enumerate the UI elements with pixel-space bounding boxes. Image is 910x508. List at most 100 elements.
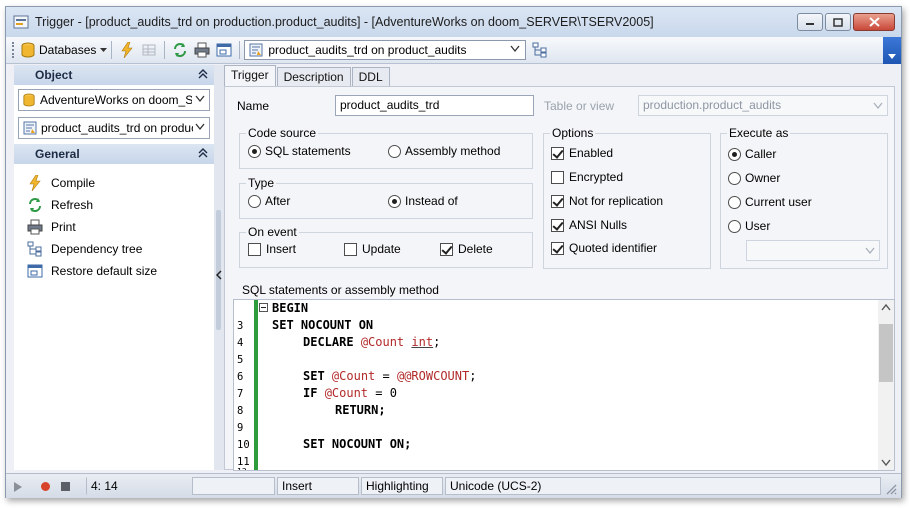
object-section-title: Object — [35, 68, 73, 82]
assembly-method-radio[interactable]: Assembly method — [388, 144, 500, 158]
keyword: SET NOCOUNT ON; — [303, 437, 412, 451]
ansi-nulls-checkbox[interactable]: ANSI Nulls — [551, 218, 627, 232]
dependency-tree-action[interactable]: Dependency tree — [14, 238, 214, 260]
scroll-down-icon[interactable] — [881, 459, 891, 466]
tab-description[interactable]: Description — [276, 67, 351, 86]
code-line: IF @Count = 0 — [303, 385, 397, 402]
variable: @Count — [324, 386, 369, 400]
collapse-up-icon — [198, 148, 208, 158]
play-icon[interactable] — [14, 482, 22, 492]
dependency-toolbar-button[interactable] — [530, 40, 550, 60]
main-toolbar: Databases product_audits_trd on product_… — [6, 37, 901, 64]
code-line: SET @Count = @@ROWCOUNT; — [303, 368, 476, 385]
insert-label: Insert — [266, 242, 297, 256]
toolbar-separator — [164, 41, 166, 59]
user-radio[interactable]: User — [728, 219, 770, 233]
current-user-radio[interactable]: Current user — [728, 195, 812, 209]
title-bar: Trigger - [product_audits_trd on product… — [6, 7, 901, 37]
print-toolbar-button[interactable] — [192, 40, 212, 60]
resize-grip-icon[interactable] — [886, 484, 897, 495]
on-event-group: On event Insert Update Delete — [239, 225, 533, 268]
object-section-header[interactable]: Object — [14, 65, 214, 85]
close-button[interactable] — [853, 13, 895, 31]
panel-splitter[interactable] — [214, 65, 224, 470]
toolbar-overflow-button[interactable] — [883, 37, 901, 64]
ansi-nulls-label: ANSI Nulls — [569, 218, 628, 232]
owner-radio[interactable]: Owner — [728, 171, 780, 185]
not-for-replication-checkbox[interactable]: Not for replication — [551, 194, 663, 208]
line-number: 12 — [237, 467, 247, 470]
name-input[interactable]: product_audits_trd — [335, 95, 534, 116]
chevron-down-icon — [873, 102, 883, 110]
refresh-icon — [26, 196, 44, 214]
instead-of-label: Instead of — [405, 194, 458, 208]
compile-action[interactable]: Compile — [14, 172, 214, 194]
restore-default-size-label: Restore default size — [51, 264, 158, 278]
checkbox-checked — [440, 242, 453, 256]
general-section-header[interactable]: General — [14, 144, 214, 164]
quoted-identifier-label: Quoted identifier — [569, 241, 658, 255]
tab-ddl[interactable]: DDL — [351, 67, 390, 86]
lightning-icon — [26, 174, 44, 192]
disabled-toolbar-button[interactable] — [139, 40, 159, 60]
user-combo[interactable] — [746, 240, 880, 261]
not-for-replication-label: Not for replication — [569, 194, 664, 208]
cursor-position: 4: 14 — [86, 477, 190, 495]
line-number-gutter: 3 4 5 6 7 8 9 10 11 12 — [234, 300, 253, 470]
update-checkbox[interactable]: Update — [344, 242, 401, 256]
record-icon[interactable] — [40, 481, 51, 492]
sql-code-editor[interactable]: 3 4 5 6 7 8 9 10 11 12 BEGIN SET NOCOUNT… — [233, 299, 895, 471]
instead-of-radio[interactable]: Instead of — [388, 194, 458, 208]
scroll-up-icon[interactable] — [881, 304, 891, 311]
enabled-checkbox[interactable]: Enabled — [551, 146, 613, 160]
line-number: 3 — [237, 320, 244, 332]
keyword: SET — [303, 369, 325, 383]
encrypted-checkbox[interactable]: Encrypted — [551, 170, 623, 184]
tab-trigger[interactable]: Trigger — [224, 65, 276, 86]
stop-icon[interactable] — [61, 482, 70, 491]
insert-checkbox[interactable]: Insert — [248, 242, 296, 256]
databases-menu-button[interactable]: Databases — [21, 42, 108, 58]
object-selector-combo[interactable]: product_audits_trd on product_audits — [244, 40, 527, 60]
delete-checkbox[interactable]: Delete — [440, 242, 493, 256]
grid-icon — [142, 44, 156, 56]
print-action[interactable]: Print — [14, 216, 214, 238]
caller-radio[interactable]: Caller — [728, 147, 776, 161]
current-user-label: Current user — [745, 195, 812, 209]
line-number: 5 — [237, 354, 244, 366]
database-combo[interactable]: AdventureWorks on doom_SERVER\TSERV2005 — [18, 89, 210, 111]
trigger-combo[interactable]: product_audits_trd on product_audits — [18, 117, 210, 139]
restore-default-size-action[interactable]: Restore default size — [14, 260, 214, 282]
refresh-toolbar-button[interactable] — [170, 40, 190, 60]
restore-size-toolbar-button[interactable] — [214, 40, 234, 60]
navigation-panel: Object AdventureWorks on doom_SERVER\TSE… — [14, 65, 214, 470]
code-source-group: Code source SQL statements Assembly meth… — [239, 126, 533, 169]
maximize-icon — [833, 17, 843, 27]
radio-unselected — [728, 195, 741, 209]
minimize-button[interactable] — [797, 13, 823, 31]
fold-collapse-icon[interactable] — [259, 303, 268, 312]
trigger-icon — [249, 43, 263, 57]
maximize-button[interactable] — [825, 13, 851, 31]
toolbar-grip[interactable] — [12, 42, 15, 58]
editor-vertical-scrollbar[interactable] — [878, 300, 894, 470]
table-or-view-value: production.product_audits — [643, 98, 782, 112]
sql-statements-radio[interactable]: SQL statements — [248, 144, 351, 158]
radio-unselected — [728, 171, 741, 185]
code-line: BEGIN — [272, 300, 308, 317]
checkbox-unchecked — [248, 242, 261, 256]
status-empty-cell — [192, 477, 275, 495]
update-label: Update — [362, 242, 401, 256]
after-radio[interactable]: After — [248, 194, 290, 208]
system-variable: @@ROWCOUNT — [396, 369, 470, 383]
number-literal: 0 — [389, 386, 397, 400]
refresh-action[interactable]: Refresh — [14, 194, 214, 216]
options-title: Options — [550, 126, 596, 140]
quoted-identifier-checkbox[interactable]: Quoted identifier — [551, 241, 657, 255]
collapse-left-icon[interactable] — [216, 270, 222, 280]
table-or-view-combo[interactable]: production.product_audits — [638, 95, 888, 116]
database-combo-value: AdventureWorks on doom_SERVER\TSERV2005 — [40, 93, 192, 107]
user-label: User — [745, 219, 771, 233]
compile-toolbar-button[interactable] — [117, 40, 137, 60]
scrollbar-thumb[interactable] — [879, 324, 893, 382]
